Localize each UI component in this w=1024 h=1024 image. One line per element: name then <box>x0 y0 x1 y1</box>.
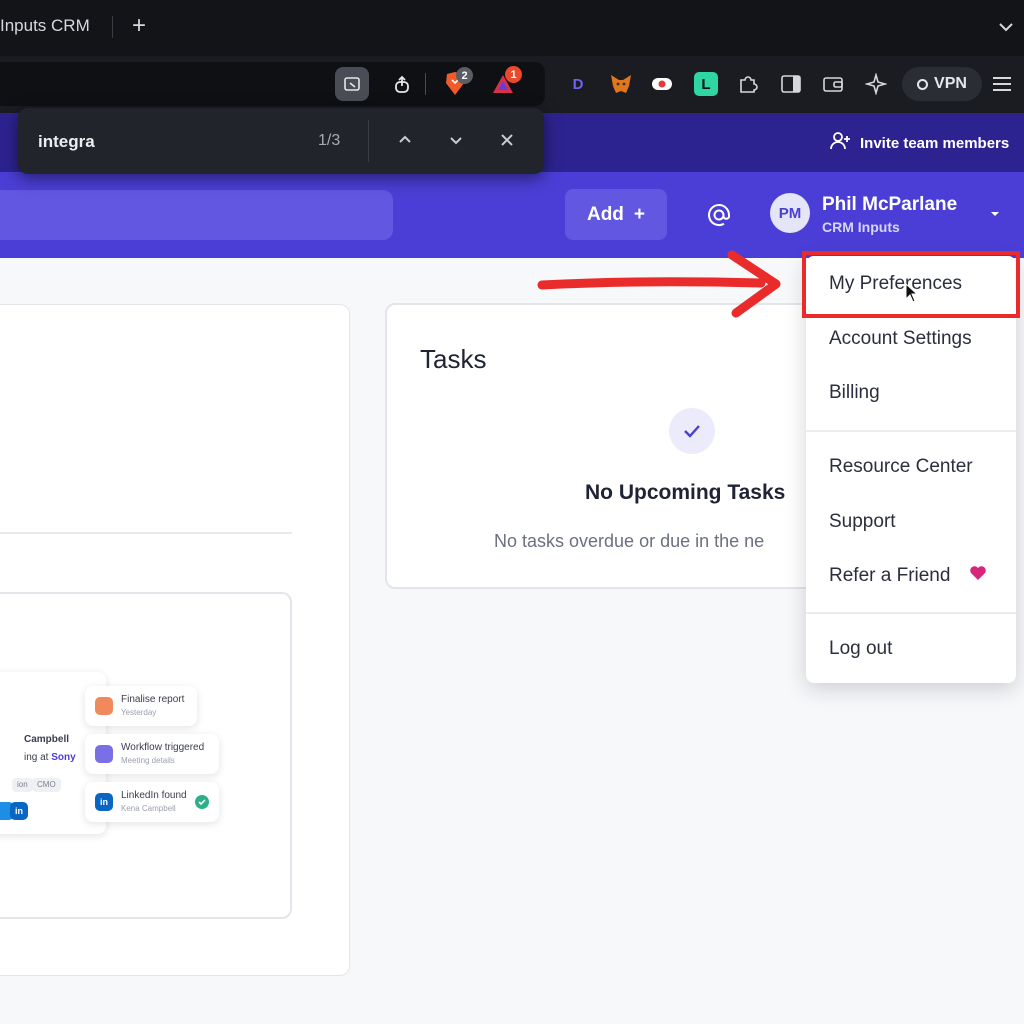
vpn-button[interactable]: VPN <box>902 67 982 101</box>
invite-label: Invite team members <box>860 134 1010 152</box>
leo-ai-icon[interactable] <box>864 72 888 96</box>
tab-title[interactable]: Inputs CRM <box>0 16 90 36</box>
menu-item-resource-center[interactable]: Resource Center <box>829 456 973 478</box>
browser-tab-strip <box>0 0 1024 56</box>
find-close-icon[interactable] <box>495 128 519 152</box>
metamask-fox-icon[interactable] <box>609 72 633 96</box>
plus-icon: + <box>633 203 646 225</box>
extension-l-icon[interactable]: L <box>694 72 718 96</box>
tab-list-chevron-icon[interactable] <box>996 17 1016 37</box>
activity-card: Workflow triggered Meeting details <box>85 734 219 774</box>
contact-name: Campbell <box>24 734 70 745</box>
tasks-title: Tasks <box>420 344 487 374</box>
activity-title: Finalise report <box>121 694 185 705</box>
find-separator <box>368 120 369 162</box>
add-label: Add <box>586 203 624 225</box>
empty-state-subtitle: No tasks overdue or due in the ne <box>494 531 765 551</box>
add-button[interactable]: Add + <box>565 189 667 240</box>
add-user-icon <box>830 131 852 155</box>
contact-chip: ion <box>12 778 33 792</box>
menu-divider <box>806 430 1016 432</box>
global-search-input[interactable] <box>0 190 393 240</box>
find-input[interactable]: integra <box>38 132 95 152</box>
reader-mode-icon[interactable] <box>335 67 369 101</box>
user-organization: CRM Inputs <box>822 219 900 235</box>
share-icon[interactable] <box>385 67 419 101</box>
brave-rewards-badge: 1 <box>505 66 522 83</box>
menu-item-support[interactable]: Support <box>829 511 896 533</box>
mentions-at-icon[interactable] <box>702 198 736 232</box>
hamburger-menu-icon[interactable] <box>990 72 1014 96</box>
menu-item-account-settings[interactable]: Account Settings <box>829 328 972 350</box>
toolbar-separator <box>425 73 426 95</box>
mouse-cursor-icon <box>905 283 919 303</box>
extension-d-icon[interactable]: D <box>566 72 590 96</box>
menu-item-billing[interactable]: Billing <box>829 382 880 404</box>
user-name[interactable]: Phil McParlane <box>822 194 957 216</box>
workflow-icon <box>95 745 113 763</box>
contact-role: ing at Sony <box>24 752 76 763</box>
find-previous-chevron-up-icon[interactable] <box>393 128 417 152</box>
menu-item-refer-a-friend[interactable]: Refer a Friend <box>829 565 950 587</box>
activity-subtitle: Meeting details <box>121 756 175 765</box>
menu-item-log-out[interactable]: Log out <box>829 638 892 660</box>
find-match-count: 1/3 <box>318 132 341 149</box>
empty-state-title: No Upcoming Tasks <box>585 481 786 504</box>
activity-subtitle: Kena Campbell <box>121 804 176 813</box>
record-extension-icon[interactable] <box>650 72 674 96</box>
vpn-status-icon <box>917 78 929 90</box>
invite-team-members-button[interactable]: Invite team members <box>830 131 1009 155</box>
avatar[interactable]: PM <box>770 193 810 233</box>
checkmark-icon <box>669 408 715 454</box>
annotation-arrow-icon <box>537 250 781 318</box>
find-next-chevron-down-icon[interactable] <box>444 128 468 152</box>
linkedin-icon: in <box>95 793 113 811</box>
tab-separator <box>112 16 113 38</box>
activity-card: Finalise report Yesterday <box>85 686 197 726</box>
wallet-icon[interactable] <box>821 72 845 96</box>
activity-title: Workflow triggered <box>121 742 205 753</box>
activity-title: LinkedIn found <box>121 790 187 801</box>
brave-shields-badge: 2 <box>456 67 473 84</box>
heart-icon <box>968 563 988 583</box>
user-dropdown-menu: My Preferences Account Settings Billing … <box>806 256 1016 683</box>
sidebar-toggle-icon[interactable] <box>779 72 803 96</box>
find-in-page-bar: integra 1/3 <box>18 108 544 174</box>
new-tab-button[interactable]: + <box>126 12 152 42</box>
linkedin-icon: in <box>10 802 28 820</box>
activity-card: in LinkedIn found Kena Campbell <box>85 782 219 822</box>
menu-divider <box>806 612 1016 614</box>
user-menu-caret-icon[interactable] <box>987 206 1003 222</box>
extensions-puzzle-icon[interactable] <box>736 72 760 96</box>
success-check-icon <box>195 795 209 809</box>
card-divider <box>0 532 292 534</box>
contact-chip: CMO <box>32 778 61 792</box>
report-icon <box>95 697 113 715</box>
activity-subtitle: Yesterday <box>121 708 157 717</box>
vpn-label: VPN <box>934 75 967 92</box>
